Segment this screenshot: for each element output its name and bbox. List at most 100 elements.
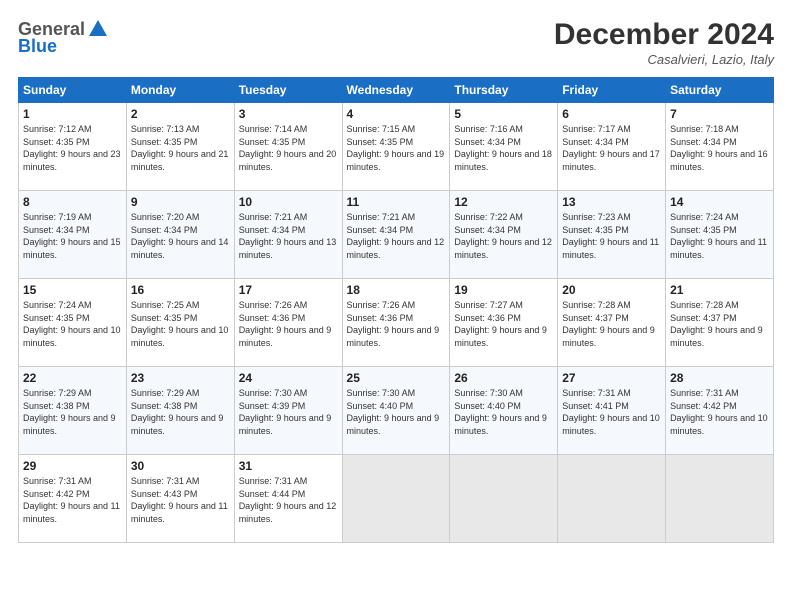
table-row: 5 Sunrise: 7:16 AMSunset: 4:34 PMDayligh… bbox=[450, 103, 558, 191]
table-row: 12 Sunrise: 7:22 AMSunset: 4:34 PMDaylig… bbox=[450, 191, 558, 279]
table-row: 15 Sunrise: 7:24 AMSunset: 4:35 PMDaylig… bbox=[19, 279, 127, 367]
table-row: 3 Sunrise: 7:14 AMSunset: 4:35 PMDayligh… bbox=[234, 103, 342, 191]
table-row: 30 Sunrise: 7:31 AMSunset: 4:43 PMDaylig… bbox=[126, 455, 234, 543]
day-number: 4 bbox=[347, 107, 446, 121]
day-info: Sunrise: 7:30 AMSunset: 4:39 PMDaylight:… bbox=[239, 387, 338, 437]
table-row bbox=[342, 455, 450, 543]
table-row: 22 Sunrise: 7:29 AMSunset: 4:38 PMDaylig… bbox=[19, 367, 127, 455]
day-info: Sunrise: 7:31 AMSunset: 4:42 PMDaylight:… bbox=[670, 387, 769, 437]
col-friday: Friday bbox=[558, 78, 666, 103]
day-number: 8 bbox=[23, 195, 122, 209]
day-number: 1 bbox=[23, 107, 122, 121]
table-row: 21 Sunrise: 7:28 AMSunset: 4:37 PMDaylig… bbox=[666, 279, 774, 367]
col-tuesday: Tuesday bbox=[234, 78, 342, 103]
day-info: Sunrise: 7:23 AMSunset: 4:35 PMDaylight:… bbox=[562, 211, 661, 261]
day-info: Sunrise: 7:21 AMSunset: 4:34 PMDaylight:… bbox=[239, 211, 338, 261]
calendar-header-row: Sunday Monday Tuesday Wednesday Thursday… bbox=[19, 78, 774, 103]
calendar-week-row: 1 Sunrise: 7:12 AMSunset: 4:35 PMDayligh… bbox=[19, 103, 774, 191]
day-number: 13 bbox=[562, 195, 661, 209]
day-info: Sunrise: 7:31 AMSunset: 4:44 PMDaylight:… bbox=[239, 475, 338, 525]
table-row: 6 Sunrise: 7:17 AMSunset: 4:34 PMDayligh… bbox=[558, 103, 666, 191]
day-info: Sunrise: 7:18 AMSunset: 4:34 PMDaylight:… bbox=[670, 123, 769, 173]
day-info: Sunrise: 7:20 AMSunset: 4:34 PMDaylight:… bbox=[131, 211, 230, 261]
day-info: Sunrise: 7:22 AMSunset: 4:34 PMDaylight:… bbox=[454, 211, 553, 261]
table-row: 26 Sunrise: 7:30 AMSunset: 4:40 PMDaylig… bbox=[450, 367, 558, 455]
day-info: Sunrise: 7:28 AMSunset: 4:37 PMDaylight:… bbox=[562, 299, 661, 349]
table-row: 23 Sunrise: 7:29 AMSunset: 4:38 PMDaylig… bbox=[126, 367, 234, 455]
col-monday: Monday bbox=[126, 78, 234, 103]
table-row: 9 Sunrise: 7:20 AMSunset: 4:34 PMDayligh… bbox=[126, 191, 234, 279]
table-row: 16 Sunrise: 7:25 AMSunset: 4:35 PMDaylig… bbox=[126, 279, 234, 367]
day-number: 20 bbox=[562, 283, 661, 297]
logo-blue-text: Blue bbox=[18, 36, 57, 57]
day-number: 25 bbox=[347, 371, 446, 385]
day-number: 6 bbox=[562, 107, 661, 121]
day-number: 12 bbox=[454, 195, 553, 209]
day-number: 17 bbox=[239, 283, 338, 297]
col-thursday: Thursday bbox=[450, 78, 558, 103]
day-number: 9 bbox=[131, 195, 230, 209]
col-sunday: Sunday bbox=[19, 78, 127, 103]
calendar-week-row: 22 Sunrise: 7:29 AMSunset: 4:38 PMDaylig… bbox=[19, 367, 774, 455]
day-number: 11 bbox=[347, 195, 446, 209]
day-number: 15 bbox=[23, 283, 122, 297]
day-number: 31 bbox=[239, 459, 338, 473]
day-number: 19 bbox=[454, 283, 553, 297]
calendar-week-row: 8 Sunrise: 7:19 AMSunset: 4:34 PMDayligh… bbox=[19, 191, 774, 279]
day-info: Sunrise: 7:26 AMSunset: 4:36 PMDaylight:… bbox=[347, 299, 446, 349]
day-number: 29 bbox=[23, 459, 122, 473]
day-info: Sunrise: 7:31 AMSunset: 4:43 PMDaylight:… bbox=[131, 475, 230, 525]
calendar-table: Sunday Monday Tuesday Wednesday Thursday… bbox=[18, 77, 774, 543]
day-info: Sunrise: 7:24 AMSunset: 4:35 PMDaylight:… bbox=[670, 211, 769, 261]
day-number: 14 bbox=[670, 195, 769, 209]
logo-icon bbox=[87, 18, 109, 40]
day-info: Sunrise: 7:31 AMSunset: 4:41 PMDaylight:… bbox=[562, 387, 661, 437]
day-info: Sunrise: 7:24 AMSunset: 4:35 PMDaylight:… bbox=[23, 299, 122, 349]
calendar-week-row: 29 Sunrise: 7:31 AMSunset: 4:42 PMDaylig… bbox=[19, 455, 774, 543]
day-info: Sunrise: 7:17 AMSunset: 4:34 PMDaylight:… bbox=[562, 123, 661, 173]
day-info: Sunrise: 7:30 AMSunset: 4:40 PMDaylight:… bbox=[347, 387, 446, 437]
table-row: 1 Sunrise: 7:12 AMSunset: 4:35 PMDayligh… bbox=[19, 103, 127, 191]
table-row: 4 Sunrise: 7:15 AMSunset: 4:35 PMDayligh… bbox=[342, 103, 450, 191]
table-row: 27 Sunrise: 7:31 AMSunset: 4:41 PMDaylig… bbox=[558, 367, 666, 455]
calendar-week-row: 15 Sunrise: 7:24 AMSunset: 4:35 PMDaylig… bbox=[19, 279, 774, 367]
day-info: Sunrise: 7:13 AMSunset: 4:35 PMDaylight:… bbox=[131, 123, 230, 173]
table-row: 8 Sunrise: 7:19 AMSunset: 4:34 PMDayligh… bbox=[19, 191, 127, 279]
day-number: 16 bbox=[131, 283, 230, 297]
title-block: December 2024 Casalvieri, Lazio, Italy bbox=[554, 18, 774, 67]
day-info: Sunrise: 7:28 AMSunset: 4:37 PMDaylight:… bbox=[670, 299, 769, 349]
month-title: December 2024 bbox=[554, 18, 774, 52]
day-number: 10 bbox=[239, 195, 338, 209]
day-info: Sunrise: 7:21 AMSunset: 4:34 PMDaylight:… bbox=[347, 211, 446, 261]
table-row: 7 Sunrise: 7:18 AMSunset: 4:34 PMDayligh… bbox=[666, 103, 774, 191]
page-header: General Blue December 2024 Casalvieri, L… bbox=[18, 18, 774, 67]
table-row: 18 Sunrise: 7:26 AMSunset: 4:36 PMDaylig… bbox=[342, 279, 450, 367]
day-info: Sunrise: 7:15 AMSunset: 4:35 PMDaylight:… bbox=[347, 123, 446, 173]
day-info: Sunrise: 7:19 AMSunset: 4:34 PMDaylight:… bbox=[23, 211, 122, 261]
day-number: 3 bbox=[239, 107, 338, 121]
day-info: Sunrise: 7:27 AMSunset: 4:36 PMDaylight:… bbox=[454, 299, 553, 349]
table-row bbox=[666, 455, 774, 543]
table-row: 29 Sunrise: 7:31 AMSunset: 4:42 PMDaylig… bbox=[19, 455, 127, 543]
day-number: 26 bbox=[454, 371, 553, 385]
table-row: 28 Sunrise: 7:31 AMSunset: 4:42 PMDaylig… bbox=[666, 367, 774, 455]
table-row bbox=[558, 455, 666, 543]
day-info: Sunrise: 7:16 AMSunset: 4:34 PMDaylight:… bbox=[454, 123, 553, 173]
table-row bbox=[450, 455, 558, 543]
day-info: Sunrise: 7:29 AMSunset: 4:38 PMDaylight:… bbox=[23, 387, 122, 437]
table-row: 11 Sunrise: 7:21 AMSunset: 4:34 PMDaylig… bbox=[342, 191, 450, 279]
table-row: 25 Sunrise: 7:30 AMSunset: 4:40 PMDaylig… bbox=[342, 367, 450, 455]
day-info: Sunrise: 7:14 AMSunset: 4:35 PMDaylight:… bbox=[239, 123, 338, 173]
day-number: 7 bbox=[670, 107, 769, 121]
table-row: 31 Sunrise: 7:31 AMSunset: 4:44 PMDaylig… bbox=[234, 455, 342, 543]
day-info: Sunrise: 7:12 AMSunset: 4:35 PMDaylight:… bbox=[23, 123, 122, 173]
day-number: 22 bbox=[23, 371, 122, 385]
day-number: 18 bbox=[347, 283, 446, 297]
table-row: 2 Sunrise: 7:13 AMSunset: 4:35 PMDayligh… bbox=[126, 103, 234, 191]
logo: General Blue bbox=[18, 18, 109, 57]
day-number: 30 bbox=[131, 459, 230, 473]
table-row: 13 Sunrise: 7:23 AMSunset: 4:35 PMDaylig… bbox=[558, 191, 666, 279]
day-number: 2 bbox=[131, 107, 230, 121]
col-wednesday: Wednesday bbox=[342, 78, 450, 103]
day-info: Sunrise: 7:29 AMSunset: 4:38 PMDaylight:… bbox=[131, 387, 230, 437]
